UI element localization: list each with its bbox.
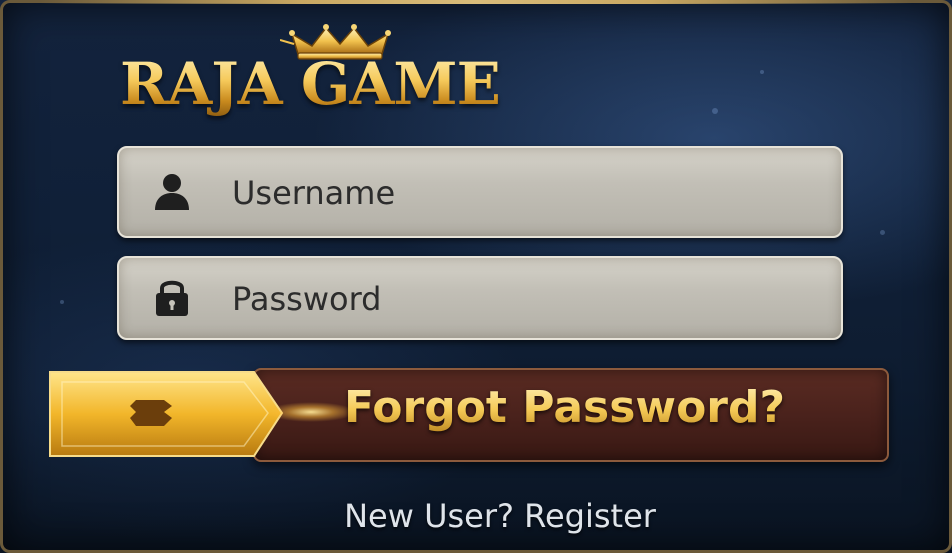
lock-icon — [156, 280, 188, 316]
user-icon — [155, 174, 189, 210]
password-placeholder: Password — [232, 280, 382, 318]
password-field[interactable]: Password — [117, 256, 843, 340]
login-screen: RAJA GAME Username Password Forgot Passw… — [0, 0, 952, 553]
background-speck — [60, 300, 64, 304]
background-speck — [760, 70, 764, 74]
background-speck — [712, 108, 718, 114]
logo-text: RAJA GAME — [120, 50, 501, 118]
ticket-icon — [49, 371, 284, 457]
button-glow — [266, 402, 356, 422]
game-logo: RAJA GAME — [120, 22, 540, 122]
username-placeholder: Username — [232, 174, 396, 212]
background-speck — [880, 230, 885, 235]
register-link[interactable]: New User? Register — [0, 497, 952, 535]
forgot-password-button[interactable]: Forgot Password? — [48, 364, 889, 462]
frame-top-trim — [40, 0, 912, 4]
forgot-password-label: Forgot Password? — [344, 382, 786, 433]
username-field[interactable]: Username — [117, 146, 843, 238]
